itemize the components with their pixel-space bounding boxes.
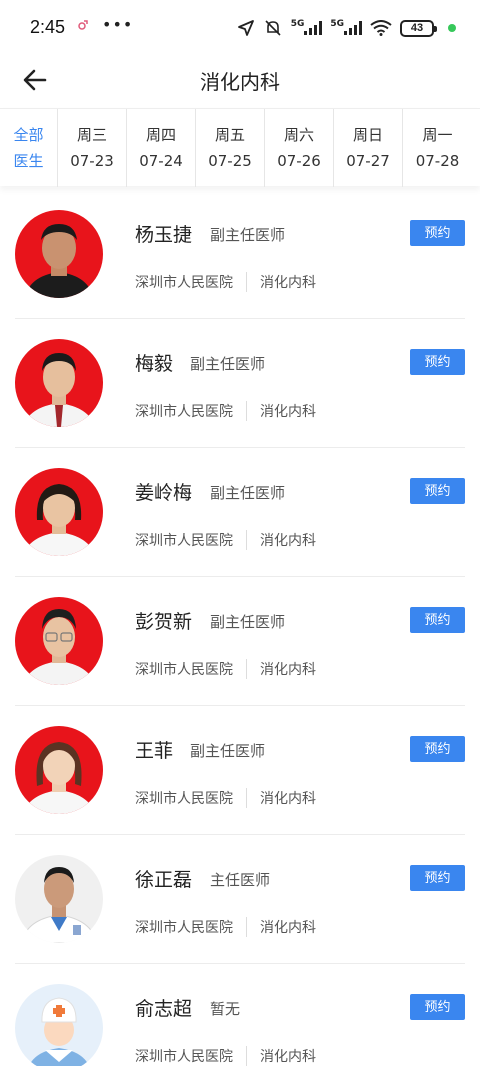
department-name: 消化内科	[260, 662, 316, 678]
privacy-dot-icon	[448, 24, 456, 32]
doctor-row[interactable]: 王菲 副主任医师 深圳市人民医院 消化内科 预约	[15, 706, 465, 835]
divider	[246, 659, 247, 679]
signal-5g-2-icon: 5G	[330, 19, 362, 35]
hospital-name: 深圳市人民医院	[135, 791, 233, 807]
hospital-name: 深圳市人民医院	[135, 662, 233, 678]
book-button[interactable]: 预约	[410, 865, 465, 891]
wifi-icon	[370, 20, 392, 36]
hospital-name: 深圳市人民医院	[135, 533, 233, 549]
book-button[interactable]: 预约	[410, 349, 465, 375]
page-title: 消化内科	[200, 70, 280, 94]
doctor-title: 暂无	[210, 1000, 241, 1018]
divider	[246, 917, 247, 937]
book-button[interactable]: 预约	[410, 607, 465, 633]
doctor-avatar	[15, 726, 103, 814]
signal-5g-1-icon: 5G	[291, 19, 323, 35]
doctor-avatar	[15, 597, 103, 685]
battery-icon: 43	[400, 19, 437, 37]
tab-all-doctors[interactable]: 全部 医生	[0, 109, 58, 187]
divider	[246, 272, 247, 292]
book-button[interactable]: 预约	[410, 994, 465, 1020]
department-name: 消化内科	[260, 920, 316, 936]
status-time: 2:45	[30, 17, 66, 37]
doctor-avatar	[15, 210, 103, 298]
divider	[246, 1046, 247, 1066]
hospital-name: 深圳市人民医院	[135, 1049, 233, 1065]
date-tab-bar: 全部 医生 周三 07-23 周四 07-24 周五 07-25 周六 07-2…	[0, 108, 480, 187]
doctor-name: 梅毅	[135, 353, 174, 375]
department-name: 消化内科	[260, 791, 316, 807]
department-name: 消化内科	[260, 1049, 316, 1065]
doctor-row[interactable]: 彭贺新 副主任医师 深圳市人民医院 消化内科 预约	[15, 577, 465, 706]
tab-day-1[interactable]: 周四 07-24	[127, 109, 196, 187]
doctor-row[interactable]: 姜岭梅 副主任医师 深圳市人民医院 消化内科 预约	[15, 448, 465, 577]
doctor-title: 副主任医师	[210, 613, 286, 631]
tab-day-4[interactable]: 周日 07-27	[334, 109, 403, 187]
divider	[246, 788, 247, 808]
divider	[246, 401, 247, 421]
status-bar: 2:45 ••• 5G 5G 43	[0, 0, 480, 56]
tab-day-5[interactable]: 周一 07-28	[403, 109, 472, 187]
tab-day-2[interactable]: 周五 07-25	[196, 109, 265, 187]
doctor-row[interactable]: 徐正磊 主任医师 深圳市人民医院 消化内科 预约	[15, 835, 465, 964]
doctor-avatar	[15, 855, 103, 943]
divider	[246, 530, 247, 550]
doctor-title: 副主任医师	[190, 355, 266, 373]
doctor-title: 副主任医师	[190, 742, 266, 760]
doctor-title: 副主任医师	[210, 226, 286, 244]
doctor-list: 杨玉捷 副主任医师 深圳市人民医院 消化内科 预约 梅毅 副主任医师 深圳市人民…	[0, 190, 480, 1066]
department-name: 消化内科	[260, 404, 316, 420]
book-button[interactable]: 预约	[410, 736, 465, 762]
hospital-name: 深圳市人民医院	[135, 920, 233, 936]
tab-day-0[interactable]: 周三 07-23	[58, 109, 127, 187]
mute-icon	[265, 20, 281, 36]
doctor-title: 副主任医师	[210, 484, 286, 502]
notification-icon	[78, 20, 88, 30]
hospital-name: 深圳市人民医院	[135, 404, 233, 420]
doctor-avatar	[15, 984, 103, 1066]
doctor-row[interactable]: 杨玉捷 副主任医师 深圳市人民医院 消化内科 预约	[15, 190, 465, 319]
doctor-name: 彭贺新	[135, 611, 193, 633]
more-icon: •••	[102, 15, 134, 34]
top-nav-bar: 消化内科	[0, 56, 480, 106]
doctor-row[interactable]: 梅毅 副主任医师 深圳市人民医院 消化内科 预约	[15, 319, 465, 448]
doctor-row[interactable]: 俞志超 暂无 深圳市人民医院 消化内科 预约	[15, 964, 465, 1066]
location-icon	[237, 20, 254, 36]
book-button[interactable]: 预约	[410, 478, 465, 504]
department-name: 消化内科	[260, 275, 316, 291]
doctor-name: 俞志超	[135, 998, 193, 1020]
doctor-name: 姜岭梅	[135, 482, 193, 504]
department-name: 消化内科	[260, 533, 316, 549]
tab-day-3[interactable]: 周六 07-26	[265, 109, 334, 187]
doctor-avatar	[15, 339, 103, 427]
doctor-name: 王菲	[135, 740, 174, 762]
hospital-name: 深圳市人民医院	[135, 275, 233, 291]
doctor-avatar	[15, 468, 103, 556]
doctor-name: 徐正磊	[135, 869, 193, 891]
doctor-name: 杨玉捷	[135, 224, 193, 246]
doctor-title: 主任医师	[210, 871, 271, 889]
book-button[interactable]: 预约	[410, 220, 465, 246]
